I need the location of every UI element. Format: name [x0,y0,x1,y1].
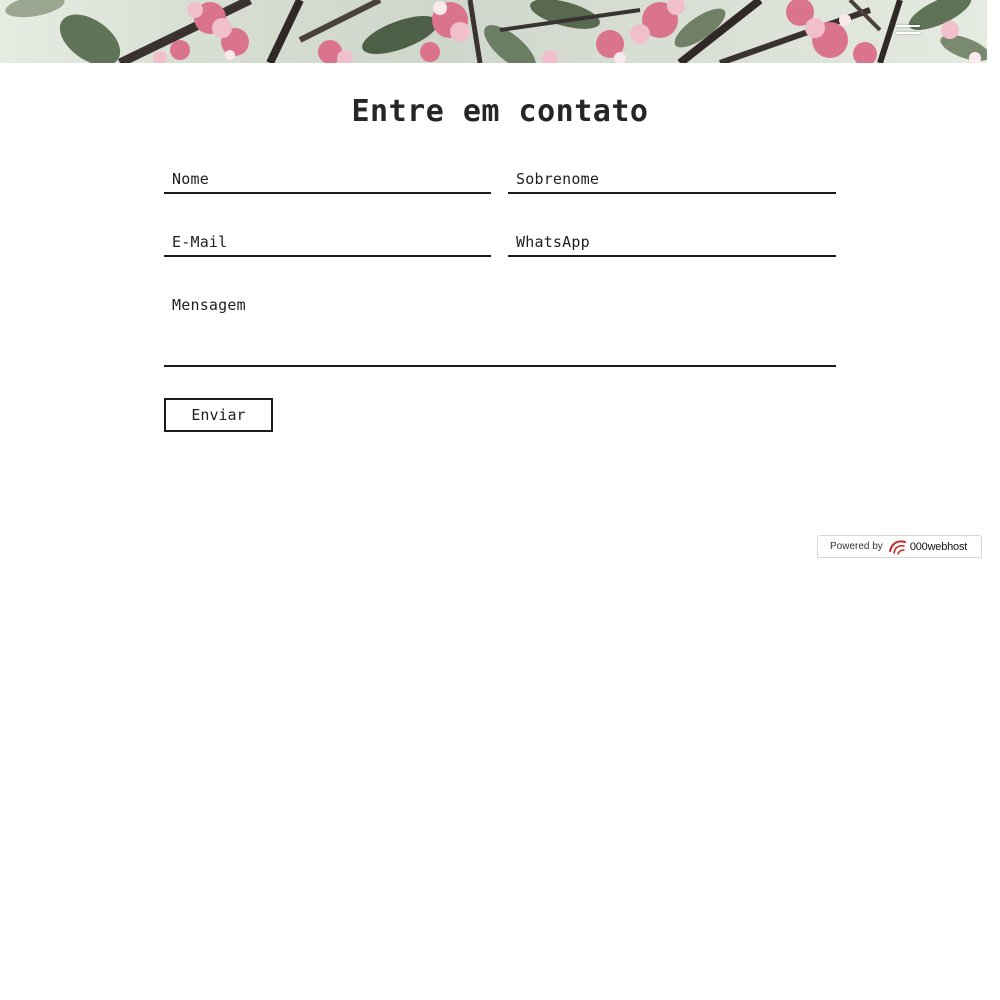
hamburger-menu-icon[interactable] [896,22,922,40]
whatsapp-label: WhatsApp [516,233,590,251]
powered-by-badge[interactable]: Powered by 000webhost [817,535,982,558]
host-name: 000webhost [909,540,968,553]
first-name-label: Nome [172,170,209,188]
menu-bar [896,32,920,34]
email-label: E-Mail [172,233,228,251]
000webhost-logo-icon [888,539,906,555]
page-title: Entre em contato [351,94,649,129]
message-field[interactable]: Mensagem [164,290,836,367]
cherry-blossom-image [5,0,987,63]
powered-by-text: Powered by [830,541,883,552]
send-button[interactable]: Enviar [164,398,273,432]
whatsapp-field[interactable]: WhatsApp [508,227,836,257]
last-name-label: Sobrenome [516,170,600,188]
first-name-field[interactable]: Nome [164,164,491,194]
header-banner [0,0,987,63]
menu-bar [896,25,920,27]
message-label: Mensagem [172,296,246,314]
email-field[interactable]: E-Mail [164,227,491,257]
last-name-field[interactable]: Sobrenome [508,164,836,194]
